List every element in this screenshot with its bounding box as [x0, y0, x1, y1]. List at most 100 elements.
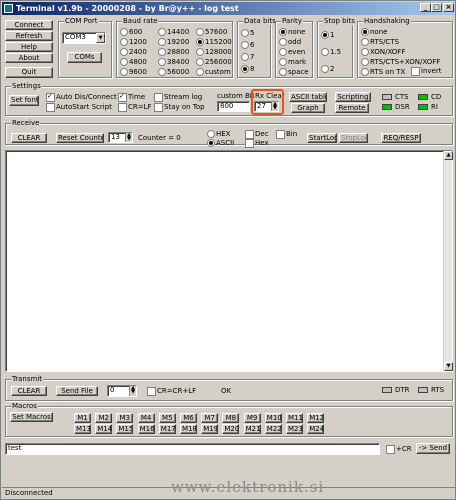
chevron-down-icon[interactable]: ▼	[96, 33, 105, 43]
baud-radio-2400[interactable]: 2400	[120, 48, 147, 56]
handshaking-radio-rts-cts-xon-xoff[interactable]: RTS/CTS+XON/XOFF	[361, 58, 440, 66]
start-log-button[interactable]: StartLog	[307, 133, 337, 143]
baud-radio-4800[interactable]: 4800	[120, 58, 147, 66]
parity-radio-space[interactable]: space	[279, 68, 309, 76]
custom-br-field[interactable]: 800	[217, 101, 250, 112]
reset-counter-button[interactable]: Reset Counter	[56, 133, 104, 143]
handshaking-radio-rts-on-tx[interactable]: RTS on TX	[361, 68, 405, 76]
macro-button-m16[interactable]: M16	[137, 424, 155, 434]
ascii-table-button[interactable]: ASCII table	[289, 92, 327, 102]
baud-radio-28800[interactable]: 28800	[158, 48, 189, 56]
req-resp-button[interactable]: REQ/RESP	[381, 133, 421, 143]
receive-scrollbar[interactable]: ▲ ▼	[443, 151, 453, 371]
macro-button-m4[interactable]: M4	[137, 413, 155, 423]
baud-radio-256000[interactable]: 256000	[196, 58, 232, 66]
macro-button-m22[interactable]: M22	[264, 424, 282, 434]
macro-button-m20[interactable]: M20	[222, 424, 240, 434]
macro-button-m3[interactable]: M3	[116, 413, 134, 423]
data-bits-radio-5[interactable]: 5	[241, 29, 254, 37]
macro-button-m24[interactable]: M24	[307, 424, 325, 434]
baud-radio-600[interactable]: 600	[120, 28, 142, 36]
receive-clear-button[interactable]: CLEAR	[11, 133, 47, 143]
spinner-arrows-icon[interactable]: ▲ ▼	[129, 386, 136, 396]
data-bits-radio-8[interactable]: 8	[241, 65, 254, 73]
rts-led[interactable]	[418, 387, 428, 393]
parity-radio-even[interactable]: even	[279, 48, 305, 56]
remote-button[interactable]: Remote	[335, 103, 369, 113]
baud-radio-57600[interactable]: 57600	[196, 28, 227, 36]
macro-button-m5[interactable]: M5	[158, 413, 176, 423]
dec-checkbox[interactable]: Dec	[245, 130, 269, 139]
macro-button-m10[interactable]: M10	[264, 413, 282, 423]
baud-radio-14400[interactable]: 14400	[158, 28, 189, 36]
send-button[interactable]: -> Send	[416, 443, 450, 454]
set-font-button[interactable]: Set font	[9, 95, 39, 106]
macro-button-m23[interactable]: M23	[286, 424, 303, 434]
stop-log-button[interactable]: StopLog	[339, 133, 368, 143]
macro-button-m19[interactable]: M19	[201, 424, 219, 434]
minimize-button[interactable]: _	[420, 3, 431, 12]
transmit-clear-button[interactable]: CLEAR	[11, 386, 47, 396]
baud-radio-9600[interactable]: 9600	[120, 68, 147, 76]
handshaking-radio-xon-xoff[interactable]: XON/XOFF	[361, 48, 405, 56]
settings-checkbox-stay-on-top[interactable]: Stay on Top	[154, 103, 205, 112]
baud-radio-1200[interactable]: 1200	[120, 38, 147, 46]
baud-radio-56000[interactable]: 56000	[158, 68, 189, 76]
macro-button-m11[interactable]: M11	[286, 413, 303, 423]
invert-checkbox[interactable]: invert	[411, 67, 441, 76]
hex-radio[interactable]: HEX	[207, 130, 230, 138]
spinner-arrows-icon[interactable]: ▲ ▼	[125, 133, 132, 142]
help-button[interactable]: Help	[5, 42, 53, 52]
bin-checkbox[interactable]: Bin	[276, 130, 297, 139]
scripting-button[interactable]: Scripting	[335, 92, 371, 102]
macro-button-m14[interactable]: M14	[95, 424, 113, 434]
macro-button-m12[interactable]: M12	[307, 413, 325, 423]
receive-textarea[interactable]: ▲ ▼	[5, 150, 453, 372]
settings-checkbox-stream-log[interactable]: Stream log	[154, 93, 202, 102]
about-button[interactable]: About	[5, 53, 53, 63]
macro-button-m9[interactable]: M9	[243, 413, 261, 423]
macro-button-m7[interactable]: M7	[201, 413, 219, 423]
coms-button[interactable]: COMs	[67, 52, 102, 63]
settings-checkbox-cr-lf[interactable]: CR=LF	[118, 103, 152, 112]
macro-button-m17[interactable]: M17	[158, 424, 176, 434]
macro-button-m8[interactable]: M8	[222, 413, 240, 423]
macro-button-m18[interactable]: M18	[180, 424, 197, 434]
dtr-led[interactable]	[382, 387, 392, 393]
stop-bits-radio-1-5[interactable]: 1.5	[321, 48, 341, 56]
settings-checkbox-autostart-script[interactable]: AutoStart Script	[46, 103, 112, 112]
scroll-up-icon[interactable]: ▲	[444, 151, 453, 160]
macro-button-m6[interactable]: M6	[180, 413, 197, 423]
scroll-down-icon[interactable]: ▼	[444, 362, 453, 371]
baud-radio-38400[interactable]: 38400	[158, 58, 189, 66]
settings-checkbox-time[interactable]: Time	[118, 92, 145, 102]
data-bits-radio-7[interactable]: 7	[241, 53, 254, 61]
connect-button[interactable]: Connect	[5, 20, 53, 30]
parity-radio-odd[interactable]: odd	[279, 38, 301, 46]
cr-crlf-checkbox[interactable]: CR=CR+LF	[147, 387, 196, 396]
handshaking-radio-rts-cts[interactable]: RTS/CTS	[361, 38, 399, 46]
maximize-button[interactable]: □	[431, 3, 442, 12]
baud-radio-128000[interactable]: 128000	[196, 48, 232, 56]
macro-button-m2[interactable]: M2	[95, 413, 113, 423]
send-file-button[interactable]: Send File	[56, 386, 98, 396]
set-macros-button[interactable]: Set Macros	[10, 412, 53, 422]
settings-checkbox-auto-dis-connect[interactable]: Auto Dis/Connect	[46, 92, 117, 102]
refresh-button[interactable]: Refresh	[5, 31, 53, 41]
ascii-radio[interactable]: ASCII	[207, 139, 234, 147]
graph-button[interactable]: Graph	[291, 103, 325, 113]
baud-radio-115200[interactable]: 115200	[196, 38, 232, 46]
parity-radio-none[interactable]: none	[279, 28, 305, 36]
macro-button-m13[interactable]: M13	[74, 424, 91, 434]
macro-button-m1[interactable]: M1	[74, 413, 91, 423]
data-bits-radio-6[interactable]: 6	[241, 41, 254, 49]
send-input[interactable]: test	[5, 443, 380, 455]
baud-radio-19200[interactable]: 19200	[158, 38, 189, 46]
counter-field[interactable]: 13 ▲ ▼	[108, 132, 133, 143]
stop-bits-radio-2[interactable]: 2	[321, 65, 334, 73]
title-bar[interactable]: Terminal v1.9b - 20000208 - by Br@y++ - …	[2, 2, 455, 15]
macro-button-m21[interactable]: M21	[243, 424, 261, 434]
quit-button[interactable]: Quit	[5, 67, 53, 78]
com-port-select[interactable]: COM3 ▼	[62, 32, 106, 44]
hex-checkbox[interactable]: Hex	[245, 139, 269, 148]
